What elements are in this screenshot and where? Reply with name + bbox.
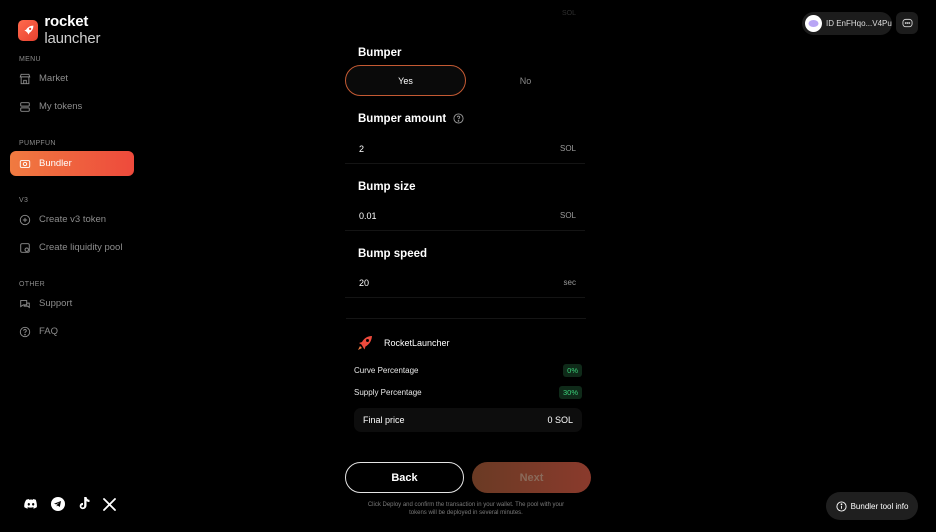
section-other: OTHER [19,281,45,288]
sidebar-item-create-liquidity-pool[interactable]: Create liquidity pool [10,235,134,260]
bumper-amount-input[interactable]: 2 SOL [345,134,585,164]
discord-icon[interactable] [24,498,38,510]
bump-speed-value: 20 [359,277,370,288]
logo[interactable]: rocket launcher [18,13,145,47]
wallet-button[interactable]: ID EnFHqo...V4Pu [802,12,892,35]
section-pumpfun: PUMPFUN [19,140,56,147]
question-icon [19,326,31,337]
bundler-icon [19,159,31,168]
bundler-info-label: Bundler tool info [850,501,909,511]
curve-percentage-label: Curve Percentage [354,366,419,375]
bump-size-input[interactable]: 0.01 SOL [345,201,585,231]
x-icon[interactable] [103,497,116,511]
sidebar-item-create-v3-token[interactable]: Create v3 token [10,207,134,232]
info-icon [836,500,847,512]
bumper-amount-title: Bumper amount [358,113,464,125]
bundler-info-button[interactable]: Bundler tool info [826,492,918,520]
sidebar-item-market[interactable]: Market [10,66,134,91]
final-price-row: Final price 0 SOL [354,408,582,432]
summary-header: RocketLauncher [357,335,450,351]
curve-percentage-row: Curve Percentage 0% [354,364,582,377]
supply-percentage-badge: 30% [558,386,582,399]
supply-percentage-row: Supply Percentage 30% [354,386,582,399]
bumper-title: Bumper [358,47,402,59]
chat-button[interactable] [896,12,918,34]
plus-circle-icon [19,214,31,225]
bumper-toggle: Yes No [345,65,585,96]
logo-text: rocket launcher [44,13,101,47]
store-icon [19,73,31,84]
sidebar-item-label: Create liquidity pool [39,242,123,253]
rocket-icon [18,19,39,41]
wallet-label: ID EnFHqo...V4Pu [826,19,892,28]
sidebar: rocket launcher MENU Market My tokens PU… [0,0,145,532]
supply-percentage-label: Supply Percentage [354,388,422,397]
bump-size-value: 0.01 [359,210,377,221]
curve-percentage-badge: 0% [563,364,582,377]
deploy-hint: Click Deploy and confirm the transaction… [367,502,565,516]
section-v3: V3 [19,197,29,204]
summary-card: RocketLauncher Curve Percentage 0% Suppl… [346,318,586,441]
wallet-avatar [805,15,822,32]
final-price-value: 0 SOL [547,415,573,425]
section-menu: MENU [19,56,41,63]
sidebar-item-label: Support [39,298,73,309]
bumper-amount-value: 2 [359,143,365,154]
sidebar-item-label: Bundler [39,158,72,169]
final-price-label: Final price [363,415,405,425]
bump-speed-input[interactable]: 20 sec [345,268,585,298]
bumper-yes-option[interactable]: Yes [345,65,466,96]
sidebar-item-label: FAQ [39,326,59,337]
bump-size-title: Bump size [358,181,416,193]
social-links [24,497,116,511]
sidebar-item-faq[interactable]: FAQ [10,319,134,344]
bumper-no-option[interactable]: No [466,65,585,96]
bump-size-unit: SOL [559,211,576,220]
next-button[interactable]: Next [472,462,591,493]
rocket-icon [358,336,372,350]
top-unit: SOL [562,10,577,17]
summary-name: RocketLauncher [384,338,450,348]
tiktok-icon[interactable] [78,497,90,511]
sidebar-item-bundler[interactable]: Bundler [10,151,134,176]
sidebar-item-label: Market [39,73,69,84]
back-button[interactable]: Back [345,462,464,493]
sidebar-item-my-tokens[interactable]: My tokens [10,94,134,119]
help-icon[interactable] [453,113,464,125]
bumper-amount-unit: SOL [559,144,576,153]
chat-icon [20,299,30,308]
bump-speed-unit: sec [563,278,576,287]
sidebar-item-support[interactable]: Support [10,291,134,316]
stack-icon [20,101,30,112]
pool-icon [20,242,30,253]
sidebar-item-label: Create v3 token [39,214,107,225]
sidebar-item-label: My tokens [39,101,83,112]
bump-speed-title: Bump speed [358,248,428,260]
telegram-icon[interactable] [51,497,65,511]
message-icon [901,18,913,27]
